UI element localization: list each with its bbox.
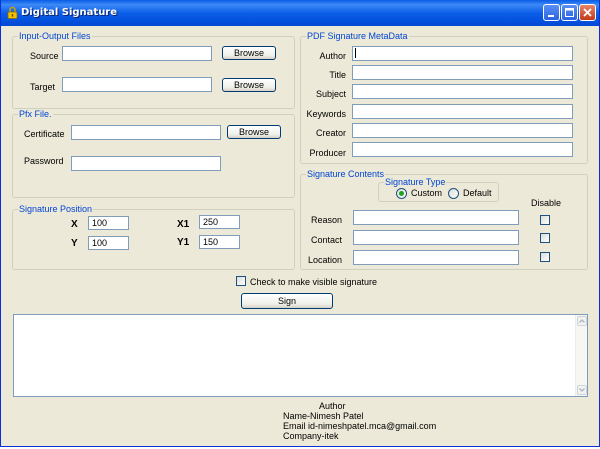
chevron-up-icon (579, 319, 585, 323)
target-input[interactable] (62, 77, 212, 92)
title-bar[interactable]: Digital Signature (1, 0, 599, 26)
x-label: X (71, 219, 78, 230)
reason-input[interactable] (353, 210, 519, 225)
y1-input[interactable]: 150 (199, 235, 240, 249)
lock-icon (7, 6, 18, 19)
maximize-button[interactable] (561, 4, 578, 21)
pfx-file-legend: Pfx File. (18, 109, 53, 120)
producer-input[interactable] (352, 142, 573, 157)
footer-company: Company-itek (283, 431, 339, 441)
source-browse-button[interactable]: Browse (222, 46, 276, 60)
y-label: Y (71, 238, 78, 249)
x1-label: X1 (177, 219, 190, 230)
creator-label: Creator (315, 128, 346, 138)
reason-disable-checkbox[interactable] (540, 215, 550, 225)
location-label: Location (307, 255, 342, 265)
window-title: Digital Signature (21, 7, 118, 18)
close-icon (583, 8, 592, 17)
x-input[interactable]: 100 (88, 216, 129, 230)
creator-input[interactable] (352, 123, 573, 138)
source-input[interactable] (62, 46, 212, 61)
custom-radio[interactable] (396, 188, 407, 199)
location-input[interactable] (353, 250, 519, 265)
log-vertical-scrollbar[interactable] (575, 315, 587, 396)
contact-input[interactable] (353, 230, 519, 245)
app-window: Digital Signature Input-Output Files Sou… (0, 0, 600, 447)
minimize-button[interactable] (543, 4, 560, 21)
certificate-label: Certificate (24, 129, 65, 139)
default-label: Default (463, 188, 492, 198)
minimize-icon (548, 15, 554, 17)
keywords-input[interactable] (352, 104, 573, 119)
title-label: Title (329, 70, 346, 80)
signature-contents-legend: Signature Contents (306, 169, 386, 180)
x1-input[interactable]: 250 (199, 215, 240, 229)
reason-label: Reason (310, 215, 342, 225)
certificate-browse-button[interactable]: Browse (227, 125, 281, 139)
disable-label: Disable (531, 198, 562, 208)
password-label: Password (24, 156, 64, 166)
producer-label: Producer (309, 148, 346, 158)
visible-signature-label: Check to make visible signature (250, 277, 378, 287)
scroll-down-button[interactable] (577, 385, 587, 395)
target-label: Target (30, 82, 56, 92)
subject-label: Subject (315, 89, 346, 99)
location-disable-checkbox[interactable] (540, 252, 550, 262)
visible-signature-checkbox[interactable] (236, 276, 246, 286)
target-browse-button[interactable]: Browse (222, 78, 276, 92)
y-input[interactable]: 100 (88, 236, 129, 250)
certificate-input[interactable] (71, 125, 221, 140)
chevron-down-icon (579, 388, 585, 392)
metadata-legend: PDF Signature MetaData (306, 31, 409, 42)
author-input[interactable] (352, 46, 573, 61)
sign-button[interactable]: Sign (241, 293, 333, 309)
maximize-icon (565, 8, 574, 17)
signature-position-legend: Signature Position (18, 204, 94, 215)
signature-position-group: Signature Position (12, 204, 295, 270)
default-radio[interactable] (448, 188, 459, 199)
y1-label: Y1 (177, 237, 190, 248)
password-input[interactable] (71, 156, 221, 171)
subject-input[interactable] (352, 84, 573, 99)
source-label: Source (30, 51, 59, 61)
input-output-legend: Input-Output Files (18, 31, 92, 42)
contact-label: Contact (310, 235, 342, 245)
signature-type-legend: Signature Type (384, 177, 447, 188)
custom-label: Custom (411, 188, 443, 198)
title-input[interactable] (352, 65, 573, 80)
author-label: Author (319, 51, 346, 61)
contact-disable-checkbox[interactable] (540, 233, 550, 243)
close-button[interactable] (579, 4, 596, 21)
text-caret (355, 48, 356, 58)
log-output-textarea[interactable] (13, 314, 588, 397)
scroll-up-button[interactable] (577, 316, 587, 326)
keywords-label: Keywords (306, 109, 346, 119)
